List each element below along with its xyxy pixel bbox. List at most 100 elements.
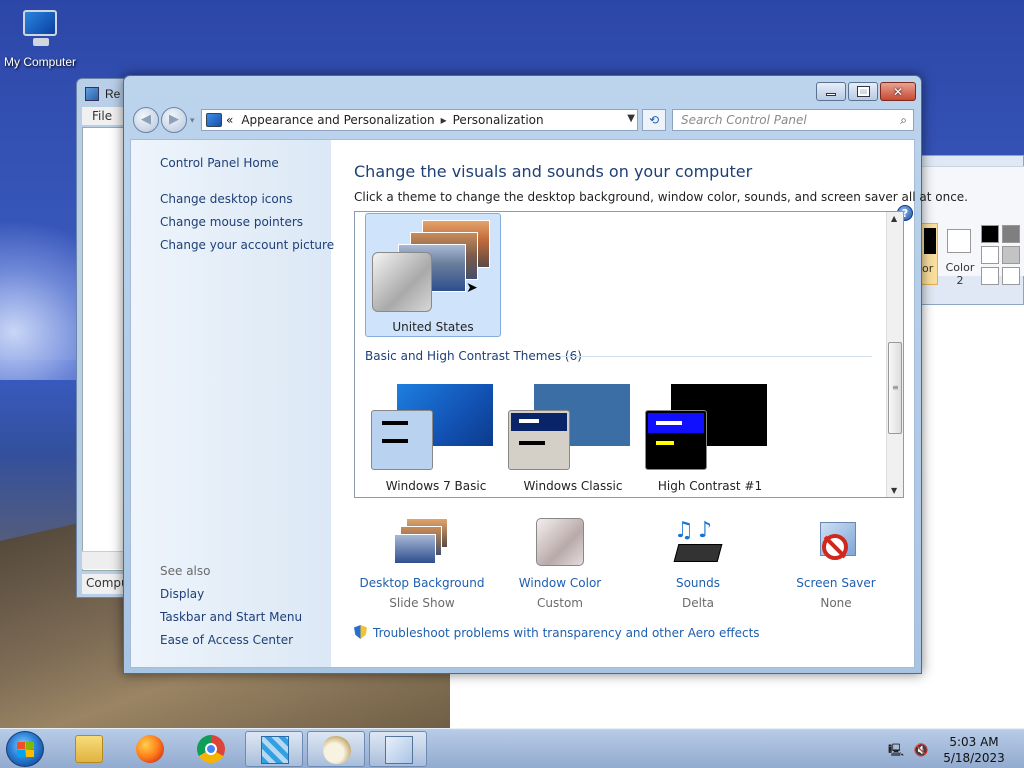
desktop-icon-label: My Computer <box>3 55 77 69</box>
taskbar-chrome[interactable] <box>182 731 240 767</box>
taskbar: 🖳 🔇 5:03 AM 5/18/2023 <box>0 728 1024 768</box>
clock-date: 5/18/2023 <box>943 751 1005 765</box>
troubleshoot-link[interactable]: Troubleshoot problems with transparency … <box>354 625 760 640</box>
theme-label: Windows Classic <box>523 479 623 493</box>
theme-group-header: Basic and High Contrast Themes (6) <box>365 349 582 363</box>
network-icon[interactable]: 🖳 <box>888 743 904 757</box>
breadcrumb-separator-icon[interactable]: ▸ <box>441 113 447 127</box>
regedit-title: Re <box>105 87 121 101</box>
mouse-cursor-icon: ➤ <box>466 280 478 296</box>
troubleshoot-text[interactable]: Troubleshoot problems with transparency … <box>373 626 760 640</box>
volume-muted-icon[interactable]: 🔇 <box>914 743 929 757</box>
close-icon: ✕ <box>892 84 904 99</box>
sidebar-control-panel-home[interactable]: Control Panel Home <box>160 156 279 170</box>
theme-preview-window <box>508 410 570 470</box>
desktop-background-setting[interactable]: Desktop Background Slide Show <box>357 518 487 610</box>
palette-swatch[interactable] <box>981 246 999 264</box>
color2-button[interactable] <box>947 229 971 253</box>
registry-editor-icon <box>261 736 289 764</box>
color1-label: or <box>922 262 934 275</box>
taskbar-control-panel[interactable] <box>369 731 427 767</box>
palette-swatch[interactable] <box>1002 267 1020 285</box>
desktop-background-icon <box>392 518 452 568</box>
theme-list-scrollbar[interactable]: ▲ ≡ ▼ <box>886 212 903 497</box>
start-button[interactable] <box>6 731 44 767</box>
paint-window[interactable]: or Color 2 <box>920 155 1024 305</box>
system-tray: 🖳 🔇 <box>888 741 929 762</box>
sidebar-taskbar-start-menu[interactable]: Taskbar and Start Menu <box>160 610 302 624</box>
desktop-background-value: Slide Show <box>389 596 455 610</box>
sounds-setting[interactable]: ♫ ♪ Sounds Delta <box>633 518 763 610</box>
sidebar-change-account-picture[interactable]: Change your account picture <box>160 238 334 252</box>
taskbar-registry-editor[interactable] <box>245 731 303 767</box>
sidebar-change-mouse-pointers[interactable]: Change mouse pointers <box>160 215 303 229</box>
color-palette <box>981 225 1020 285</box>
desktop-background-link[interactable]: Desktop Background <box>357 576 487 590</box>
screen-saver-icon <box>806 518 866 568</box>
back-button[interactable]: ◀ <box>133 107 159 133</box>
theme-windows-7-basic[interactable]: Windows 7 Basic <box>367 382 497 497</box>
chrome-icon <box>197 735 225 763</box>
clock[interactable]: 5:03 AM 5/18/2023 <box>938 734 1010 766</box>
window-color-icon <box>530 518 590 568</box>
scroll-down-icon[interactable]: ▼ <box>891 486 897 495</box>
back-arrow-icon: ◀ <box>141 112 151 127</box>
scroll-up-icon[interactable]: ▲ <box>891 214 897 223</box>
theme-label: Windows 7 Basic <box>385 479 487 493</box>
refresh-button[interactable]: ⟲ <box>642 109 666 131</box>
palette-swatch[interactable] <box>1002 225 1020 243</box>
color2-label: Color 2 <box>945 261 975 287</box>
screen-saver-setting[interactable]: Screen Saver None <box>771 518 901 610</box>
theme-united-states[interactable]: ➤ United States <box>365 213 501 337</box>
theme-preview-window <box>371 410 433 470</box>
sounds-icon: ♫ ♪ <box>668 518 728 568</box>
forward-button[interactable]: ▶ <box>161 107 187 133</box>
breadcrumb-personalization[interactable]: Personalization <box>453 113 544 127</box>
maximize-button[interactable] <box>848 82 878 101</box>
minimize-button[interactable] <box>816 82 846 101</box>
paint-palette-icon <box>323 736 351 764</box>
sidebar-change-desktop-icons[interactable]: Change desktop icons <box>160 192 293 206</box>
address-bar[interactable]: « Appearance and Personalization ▸ Perso… <box>201 109 638 131</box>
screen-saver-value: None <box>820 596 852 610</box>
desktop-icon-my-computer[interactable]: My Computer <box>2 8 78 69</box>
taskbar-explorer[interactable] <box>60 731 118 767</box>
palette-swatch[interactable] <box>1002 246 1020 264</box>
color1-button[interactable]: or <box>921 223 938 285</box>
clock-time: 5:03 AM <box>949 735 999 749</box>
breadcrumb-appearance[interactable]: Appearance and Personalization <box>241 113 434 127</box>
palette-swatch[interactable] <box>981 225 999 243</box>
sounds-link[interactable]: Sounds <box>633 576 763 590</box>
scroll-thumb[interactable]: ≡ <box>888 342 902 434</box>
taskbar-firefox[interactable] <box>121 731 179 767</box>
sidebar-display[interactable]: Display <box>160 587 204 601</box>
paint-ribbon: or Color 2 <box>921 166 1024 287</box>
group-divider <box>560 356 872 357</box>
sidebar-ease-of-access[interactable]: Ease of Access Center <box>160 633 293 647</box>
screen-saver-link[interactable]: Screen Saver <box>771 576 901 590</box>
theme-label: United States <box>392 320 474 334</box>
personalization-window[interactable]: ✕ ◀ ▶ ▾ « Appearance and Personalization… <box>123 75 968 674</box>
theme-high-contrast-1[interactable]: High Contrast #1 <box>641 382 771 497</box>
content-area: Control Panel Home Change desktop icons … <box>130 139 968 668</box>
search-input[interactable]: Search Control Panel ⌕ <box>672 109 914 131</box>
window-color-link[interactable]: Window Color <box>495 576 625 590</box>
palette-swatch[interactable] <box>981 267 999 285</box>
address-dropdown-icon[interactable]: ▼ <box>627 113 635 124</box>
shield-icon <box>354 625 367 639</box>
control-panel-icon <box>385 736 413 764</box>
theme-list[interactable]: ➤ United States Basic and High Contrast … <box>354 211 904 498</box>
address-recent-chevron[interactable]: « <box>226 113 233 127</box>
theme-windows-classic[interactable]: Windows Classic <box>504 382 634 497</box>
window-color-setting[interactable]: Window Color Custom <box>495 518 625 610</box>
page-subtitle: Click a theme to change the desktop back… <box>354 190 968 204</box>
search-icon[interactable]: ⌕ <box>900 113 907 128</box>
theme-preview-window <box>645 410 707 470</box>
close-button[interactable]: ✕ <box>880 82 916 101</box>
recent-pages-dropdown[interactable]: ▾ <box>190 116 195 126</box>
sidebar: Control Panel Home Change desktop icons … <box>131 140 334 667</box>
window-color-value: Custom <box>537 596 583 610</box>
taskbar-paint[interactable] <box>307 731 365 767</box>
folder-icon <box>75 735 103 763</box>
theme-glass-swatch <box>372 252 432 312</box>
